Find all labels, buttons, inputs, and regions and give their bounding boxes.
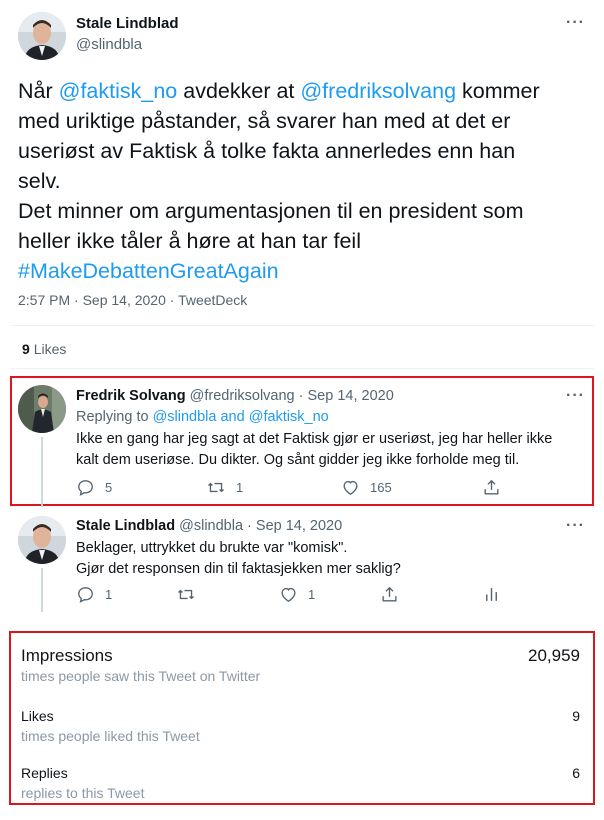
likes-summary[interactable]: 9 Likes: [22, 341, 66, 357]
tweet-text-segment: useriøst av Faktisk å tolke fakta annerl…: [18, 139, 516, 163]
tweet-text-segment: med uriktige påstander, så svarer han me…: [18, 109, 511, 133]
avatar[interactable]: [18, 385, 66, 433]
tweet-text-segment: selv.: [18, 169, 61, 193]
likes-stat-value: 9: [572, 708, 580, 724]
reply-count: 1: [105, 587, 113, 602]
tweet-text-segment: Det minner om argumentasjonen til en pre…: [18, 199, 524, 223]
retweet-icon: [208, 482, 224, 493]
reply-button[interactable]: 1: [76, 585, 112, 604]
tweet-text-line: Det minner om argumentasjonen til en pre…: [18, 196, 588, 226]
reply-text-line: Ikke en gang har jeg sagt at det Faktisk…: [76, 431, 553, 447]
thread-connector: [41, 437, 43, 507]
replying-to: Replying to @slindbla and @faktisk_no: [76, 409, 329, 425]
reply-text-line: kalt dem useriøse. Du dikter. Og sånt gi…: [76, 452, 520, 468]
reply-author-meta[interactable]: @slindbla · Sep 14, 2020: [179, 518, 342, 534]
impressions-label: Impressions: [21, 646, 113, 665]
heart-icon: [281, 587, 296, 603]
avatar[interactable]: [18, 12, 66, 60]
replying-to-targets[interactable]: @slindbla and @faktisk_no: [153, 409, 329, 425]
share-button[interactable]: [482, 478, 501, 497]
reply-count: 5: [105, 480, 113, 495]
like-count: 1: [308, 587, 316, 602]
mention-link[interactable]: @fredriksolvang: [300, 79, 456, 103]
likes-label: Likes: [33, 341, 67, 357]
reply-author-name[interactable]: Stale Lindblad: [76, 518, 175, 534]
analytics-button[interactable]: [482, 585, 501, 604]
reply-author-meta[interactable]: @fredriksolvang · Sep 14, 2020: [190, 388, 394, 404]
tweet-text-segment: Når: [18, 79, 59, 103]
reply-text: Ikke en gang har jeg sagt at det Faktisk…: [76, 429, 552, 471]
heart-icon: [343, 480, 358, 496]
share-button[interactable]: [380, 585, 399, 604]
impressions-value: 20,959: [528, 646, 580, 665]
author-handle[interactable]: @slindbla: [76, 36, 142, 53]
like-count: 165: [370, 480, 392, 495]
reply-author-name[interactable]: Fredrik Solvang: [76, 388, 186, 404]
like-button[interactable]: 1: [279, 585, 315, 604]
more-options-icon[interactable]: ···: [566, 517, 585, 535]
likes-stat-label: Likes: [21, 708, 54, 724]
reply-icon: [78, 587, 93, 603]
retweet-icon: [178, 589, 194, 600]
tweet-text-line: Når @faktisk_no avdekker at @fredriksolv…: [18, 76, 588, 106]
replying-to-prefix: Replying to: [76, 409, 153, 425]
author-name[interactable]: Stale Lindblad: [76, 15, 179, 32]
reply-icon: [78, 480, 93, 496]
share-icon: [382, 587, 397, 602]
reply-text: Beklager, uttrykket du brukte var "komis…: [76, 538, 401, 580]
retweet-count: 1: [236, 480, 244, 495]
hashtag-link[interactable]: #MakeDebattenGreatAgain: [18, 259, 279, 283]
avatar[interactable]: [18, 516, 66, 564]
tweet-text-line: med uriktige påstander, så svarer han me…: [18, 106, 588, 136]
thread-connector: [41, 568, 43, 612]
replies-stat-value: 6: [572, 765, 580, 781]
analytics-icon: [486, 588, 497, 601]
more-options-icon[interactable]: ···: [566, 14, 585, 32]
likes-count: 9: [22, 341, 30, 357]
tweet-text-line: #MakeDebattenGreatAgain: [18, 256, 588, 286]
replies-stat-label: Replies: [21, 765, 68, 781]
retweet-button[interactable]: 1: [206, 478, 243, 497]
mention-link[interactable]: @faktisk_no: [59, 79, 178, 103]
reply-header[interactable]: Fredrik Solvang @fredriksolvang · Sep 14…: [76, 388, 394, 404]
impressions-description: times people saw this Tweet on Twitter: [21, 668, 261, 684]
reply-header[interactable]: Stale Lindblad @slindbla · Sep 14, 2020: [76, 518, 342, 534]
likes-stat-description: times people liked this Tweet: [21, 728, 200, 744]
tweet-meta[interactable]: 2:57 PM · Sep 14, 2020 · TweetDeck: [18, 292, 247, 308]
tweet-text-segment: kommer: [456, 79, 540, 103]
divider: [10, 325, 594, 326]
share-icon: [484, 480, 499, 495]
tweet-text-line: selv.: [18, 166, 588, 196]
like-button[interactable]: 165: [341, 478, 392, 497]
tweet-text-segment: heller ikke tåler å høre at han tar feil: [18, 229, 361, 253]
tweet-text-line: useriøst av Faktisk å tolke fakta annerl…: [18, 136, 588, 166]
tweet-text-segment: avdekker at: [177, 79, 301, 103]
reply-button[interactable]: 5: [76, 478, 112, 497]
retweet-button[interactable]: [176, 585, 196, 604]
reply-text-line: Beklager, uttrykket du brukte var "komis…: [76, 540, 348, 556]
replies-stat-description: replies to this Tweet: [21, 785, 145, 801]
tweet-text: Når @faktisk_no avdekker at @fredriksolv…: [18, 76, 588, 286]
reply-text-line: Gjør det responsen din til faktasjekken …: [76, 561, 401, 577]
tweet-text-line: heller ikke tåler å høre at han tar feil: [18, 226, 588, 256]
divider: [10, 368, 594, 369]
more-options-icon[interactable]: ···: [566, 387, 585, 405]
